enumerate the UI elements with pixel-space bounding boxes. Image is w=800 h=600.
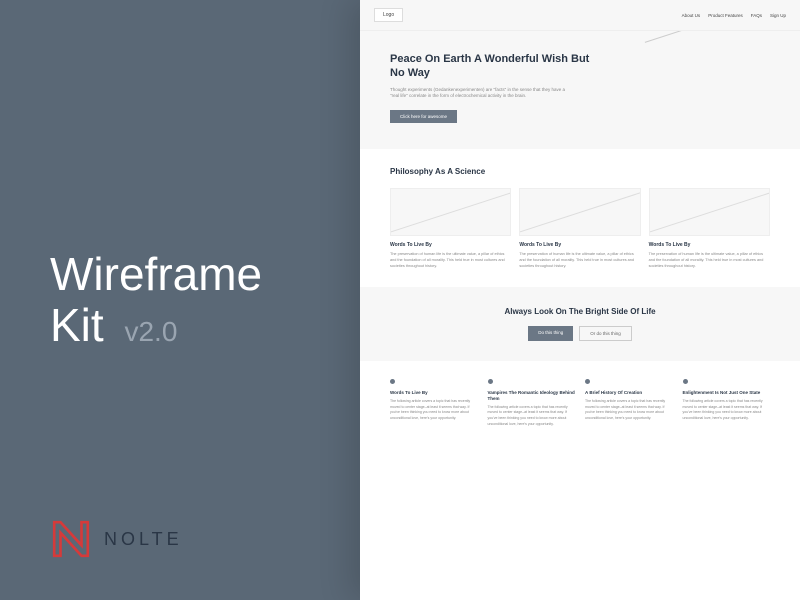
card-image-placeholder [519,188,640,236]
nav-link[interactable]: Sign Up [770,13,786,18]
bullet-icon [488,379,493,384]
features-section: Words To Live By The following article c… [360,361,800,445]
cards-section: Philosophy As A Science Words To Live By… [360,149,800,287]
hero-section: Peace On Earth A Wonderful Wish But No W… [360,31,800,149]
mockup-header: Logo About Us Product Features FAQs Sign… [360,0,800,31]
card-text: The preservation of human life is the ul… [649,251,770,269]
cta-section: Always Look On The Bright Side Of Life D… [360,287,800,361]
wireframe-mockup: Logo About Us Product Features FAQs Sign… [360,0,800,600]
nav-link[interactable]: About Us [682,13,701,18]
card-title: Words To Live By [390,242,511,248]
kit-version: v2.0 [124,316,177,347]
cta-title: Always Look On The Bright Side Of Life [390,307,770,316]
nav-link[interactable]: FAQs [751,13,762,18]
card: Words To Live By The preservation of hum… [519,188,640,269]
left-panel: Wireframe Kit v2.0 [0,0,360,600]
feature-item: Words To Live By The following article c… [390,379,478,427]
feature-text: The following article covers a topic tha… [585,399,673,421]
hero-title: Peace On Earth A Wonderful Wish But No W… [390,53,590,81]
mockup-nav: About Us Product Features FAQs Sign Up [682,13,786,18]
section-title: Philosophy As A Science [390,167,770,176]
mockup-logo[interactable]: Logo [374,8,403,22]
nav-link[interactable]: Product Features [708,13,743,18]
feature-title: A Brief History Of Creation [585,390,673,396]
card: Words To Live By The preservation of hum… [649,188,770,269]
title-line1: Wireframe [50,248,262,300]
cta-buttons: Do this thing Or do this thing [390,326,770,341]
title-line2: Kit [50,299,104,351]
kit-title: Wireframe Kit v2.0 [50,249,360,350]
feature-title: Vampires The Romantic Ideology Behind Th… [488,390,576,402]
feature-item: Enlightenment Is Not Just One State The … [683,379,771,427]
card-image-placeholder [649,188,770,236]
bullet-icon [585,379,590,384]
feature-text: The following article covers a topic tha… [488,405,576,427]
feature-item: Vampires The Romantic Ideology Behind Th… [488,379,576,427]
card: Words To Live By The preservation of hum… [390,188,511,269]
brand-logo-icon [50,518,92,560]
bullet-icon [683,379,688,384]
bullet-icon [390,379,395,384]
feature-text: The following article covers a topic tha… [683,399,771,421]
hero-cta-button[interactable]: Click here for awesome [390,110,457,123]
feature-text: The following article covers a topic tha… [390,399,478,421]
brand: NOLTE [50,518,183,560]
card-title: Words To Live By [519,242,640,248]
feature-title: Words To Live By [390,390,478,396]
cta-primary-button[interactable]: Do this thing [528,326,573,341]
cards-row: Words To Live By The preservation of hum… [390,188,770,269]
card-title: Words To Live By [649,242,770,248]
card-image-placeholder [390,188,511,236]
card-text: The preservation of human life is the ul… [390,251,511,269]
card-text: The preservation of human life is the ul… [519,251,640,269]
feature-item: A Brief History Of Creation The followin… [585,379,673,427]
feature-title: Enlightenment Is Not Just One State [683,390,771,396]
cta-secondary-button[interactable]: Or do this thing [579,326,632,341]
hero-subtitle: Thought experiments (Gedankenexperimente… [390,87,570,101]
brand-name: NOLTE [104,529,183,550]
